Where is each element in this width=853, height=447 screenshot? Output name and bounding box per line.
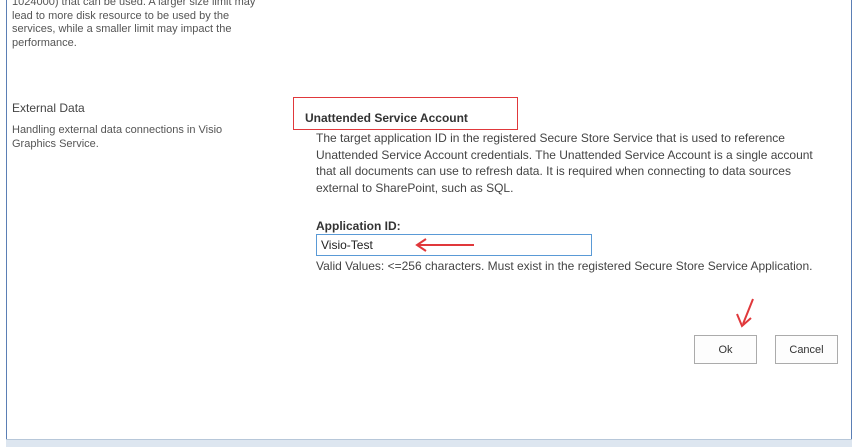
valid-values-text: Valid Values: <=256 characters. Must exi… <box>316 259 813 273</box>
previous-section-description: 1024000) that can be used. A larger size… <box>12 0 256 49</box>
application-id-input[interactable] <box>316 234 592 256</box>
unattended-service-account-heading: Unattended Service Account <box>305 111 468 125</box>
external-data-title: External Data <box>12 101 85 115</box>
bottom-bar <box>6 439 852 447</box>
ok-button[interactable]: Ok <box>694 335 757 364</box>
application-id-label: Application ID: <box>316 219 401 233</box>
unattended-service-account-description: The target application ID in the registe… <box>316 131 813 195</box>
cancel-button[interactable]: Cancel <box>775 335 838 364</box>
settings-panel <box>6 0 852 439</box>
external-data-description: Handling external data connections in Vi… <box>12 124 223 150</box>
